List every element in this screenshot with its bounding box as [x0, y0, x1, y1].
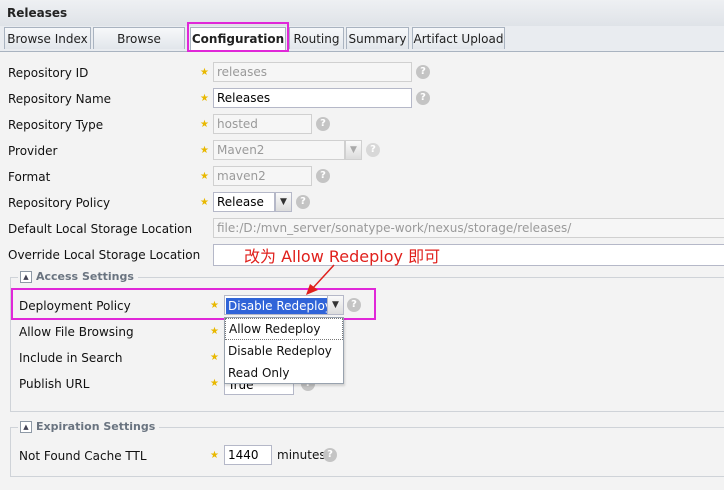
- window-title: Releases: [7, 6, 68, 20]
- tab-summary[interactable]: Summary: [346, 27, 409, 49]
- allow-file-browsing-label: Allow File Browsing: [19, 325, 134, 339]
- help-icon[interactable]: ?: [347, 298, 361, 312]
- expiration-settings-legend[interactable]: ▲ Expiration Settings: [18, 420, 160, 433]
- help-icon[interactable]: ?: [323, 448, 337, 462]
- tab-configuration[interactable]: Configuration: [190, 27, 286, 51]
- tab-routing[interactable]: Routing: [289, 27, 344, 49]
- help-icon[interactable]: ?: [416, 65, 430, 79]
- access-settings-fieldset: [10, 277, 724, 412]
- repo-policy-label: Repository Policy: [8, 196, 111, 210]
- help-icon[interactable]: ?: [296, 195, 310, 209]
- repo-id-label: Repository ID: [8, 66, 89, 80]
- tab-browse-storage[interactable]: Browse Storage: [93, 27, 185, 68]
- star-icon: ★: [200, 93, 209, 104]
- repo-type-field: hosted: [213, 114, 312, 134]
- expiration-settings-title: Expiration Settings: [36, 420, 156, 433]
- help-icon[interactable]: ?: [316, 117, 330, 131]
- chevron-down-icon[interactable]: ▼: [327, 295, 344, 315]
- repo-name-label: Repository Name: [8, 92, 112, 106]
- star-icon: ★: [200, 119, 209, 130]
- tab-browse-index[interactable]: Browse Index: [4, 27, 91, 49]
- minutes-unit-label: minutes: [277, 448, 326, 462]
- deployment-policy-select[interactable]: Disable Redeploy: [224, 295, 328, 315]
- window-titlebar: Releases: [0, 0, 724, 27]
- help-icon[interactable]: ?: [316, 169, 330, 183]
- provider-select: Maven2: [213, 140, 345, 160]
- chevron-down-icon: ▼: [345, 140, 362, 160]
- help-icon[interactable]: ?: [416, 91, 430, 105]
- option-allow-redeploy[interactable]: Allow Redeploy: [225, 318, 343, 340]
- format-field: maven2: [213, 166, 312, 186]
- deployment-policy-dropdown: Allow Redeploy Disable Redeploy Read Onl…: [224, 317, 344, 384]
- star-icon: ★: [200, 171, 209, 182]
- tab-strip: Browse Index Browse Storage Configuratio…: [0, 26, 724, 68]
- deployment-policy-value: Disable Redeploy: [226, 298, 327, 314]
- star-icon: ★: [210, 450, 219, 461]
- star-icon: ★: [210, 326, 219, 337]
- option-disable-redeploy[interactable]: Disable Redeploy: [225, 340, 343, 362]
- repo-id-field: releases: [213, 62, 412, 82]
- collapse-icon[interactable]: ▲: [20, 421, 32, 433]
- default-location-label: Default Local Storage Location: [8, 222, 193, 236]
- repo-name-field[interactable]: Releases: [213, 88, 412, 108]
- repo-type-label: Repository Type: [8, 118, 104, 132]
- not-found-cache-ttl-field[interactable]: 1440: [224, 445, 272, 465]
- star-icon: ★: [210, 352, 219, 363]
- deployment-policy-label: Deployment Policy: [19, 299, 131, 313]
- format-label: Format: [8, 170, 51, 184]
- star-icon: ★: [200, 67, 209, 78]
- collapse-icon[interactable]: ▲: [20, 271, 32, 283]
- default-location-field: file:/D:/mvn_server/sonatype-work/nexus/…: [213, 218, 724, 238]
- option-read-only[interactable]: Read Only: [225, 362, 343, 384]
- override-location-label: Override Local Storage Location: [8, 248, 201, 262]
- access-settings-legend[interactable]: ▲ Access Settings: [18, 270, 138, 283]
- annotation-text: 改为 Allow Redeploy 即可: [244, 247, 441, 266]
- annotation-arrow: [306, 264, 335, 295]
- star-icon: ★: [200, 145, 209, 156]
- access-settings-title: Access Settings: [36, 270, 134, 283]
- star-icon: ★: [200, 197, 209, 208]
- star-icon: ★: [210, 378, 219, 389]
- include-in-search-label: Include in Search: [19, 351, 123, 365]
- repo-policy-select[interactable]: Release: [213, 192, 275, 212]
- chevron-down-icon[interactable]: ▼: [275, 192, 292, 212]
- not-found-cache-ttl-label: Not Found Cache TTL: [19, 449, 147, 463]
- help-icon[interactable]: ?: [366, 143, 380, 157]
- publish-url-label: Publish URL: [19, 377, 90, 391]
- provider-label: Provider: [8, 144, 58, 158]
- star-icon: ★: [210, 300, 219, 311]
- tab-artifact-upload[interactable]: Artifact Upload: [412, 27, 505, 49]
